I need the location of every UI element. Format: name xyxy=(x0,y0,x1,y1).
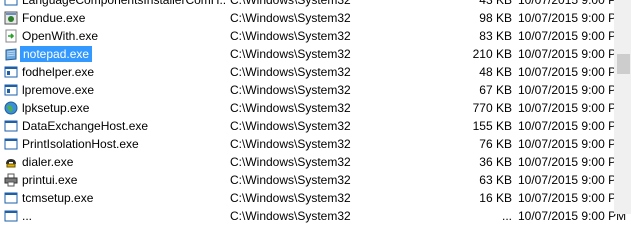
file-size: 43 KB xyxy=(479,0,512,7)
list-item[interactable]: printui.exe C:\Windows\System32 63 KB 10… xyxy=(0,171,626,189)
list-item[interactable]: dialer.exe C:\Windows\System32 36 KB 10/… xyxy=(0,153,626,171)
notepad-icon xyxy=(4,47,18,61)
file-size: 16 KB xyxy=(479,191,512,205)
vertical-scrollbar[interactable] xyxy=(614,0,631,214)
list-item[interactable]: tcmsetup.exe C:\Windows\System32 16 KB 1… xyxy=(0,189,626,207)
date-modified: 10/07/2015 9:00 PM xyxy=(518,83,627,97)
folder-path: C:\Windows\System32 xyxy=(230,47,351,61)
file-name: fodhelper.exe xyxy=(22,65,95,79)
file-name: DataExchangeHost.exe xyxy=(22,119,149,133)
app-icon xyxy=(4,191,18,205)
file-list: LanguageComponentsInstallerComH... C:\Wi… xyxy=(0,0,626,225)
printer-icon xyxy=(4,173,18,187)
file-name: ... xyxy=(22,209,33,223)
app-icon xyxy=(4,65,18,79)
list-item[interactable]: DataExchangeHost.exe C:\Windows\System32… xyxy=(0,117,626,135)
app-icon xyxy=(4,0,18,7)
list-item[interactable]: PrintIsolationHost.exe C:\Windows\System… xyxy=(0,135,626,153)
file-name: Fondue.exe xyxy=(22,11,86,25)
folder-path: C:\Windows\System32 xyxy=(230,137,351,151)
date-modified: 10/07/2015 9:00 PM xyxy=(518,65,627,79)
name-cell: fodhelper.exe xyxy=(4,63,226,81)
list-item[interactable]: Fondue.exe C:\Windows\System32 98 KB 10/… xyxy=(0,9,626,27)
app-icon xyxy=(4,83,18,97)
list-item[interactable]: lpksetup.exe C:\Windows\System32 770 KB … xyxy=(0,99,626,117)
list-item[interactable]: fodhelper.exe C:\Windows\System32 48 KB … xyxy=(0,63,626,81)
name-cell: lpremove.exe xyxy=(4,81,226,99)
date-modified: 10/07/2015 9:00 PM xyxy=(518,29,627,43)
file-size: 210 KB xyxy=(472,47,512,61)
name-cell: tcmsetup.exe xyxy=(4,189,226,207)
date-modified: 10/07/2015 9:00 PM xyxy=(518,191,627,205)
date-modified: 10/07/2015 9:00 PM xyxy=(518,101,627,115)
file-name: dialer.exe xyxy=(22,155,74,169)
file-name: lpksetup.exe xyxy=(22,101,90,115)
date-modified: 10/07/2015 9:00 PM xyxy=(518,119,627,133)
folder-path: C:\Windows\System32 xyxy=(230,119,351,133)
file-size: 98 KB xyxy=(479,11,512,25)
list-item[interactable]: OpenWith.exe C:\Windows\System32 83 KB 1… xyxy=(0,27,626,45)
date-modified: 10/07/2015 9:00 PM xyxy=(518,0,627,7)
name-cell: Fondue.exe xyxy=(4,9,226,27)
phone-icon xyxy=(4,155,18,169)
name-cell: LanguageComponentsInstallerComH... xyxy=(4,0,226,9)
folder-path: C:\Windows\System32 xyxy=(230,83,351,97)
file-name: PrintIsolationHost.exe xyxy=(22,137,139,151)
file-size: 770 KB xyxy=(472,101,512,115)
folder-path: C:\Windows\System32 xyxy=(230,11,351,25)
date-modified: 10/07/2015 9:00 PM xyxy=(518,47,627,61)
app-icon xyxy=(4,137,18,151)
scrollbar-thumb[interactable] xyxy=(617,54,630,74)
folder-path: C:\Windows\System32 xyxy=(230,191,351,205)
folder-path: C:\Windows\System32 xyxy=(230,65,351,79)
date-modified: 10/07/2015 9:00 PM xyxy=(518,11,627,25)
date-modified: 10/07/2015 9:00 PM xyxy=(518,209,627,223)
folder-path: C:\Windows\System32 xyxy=(230,173,351,187)
name-cell: notepad.exe xyxy=(4,45,226,63)
name-cell: dialer.exe xyxy=(4,153,226,171)
folder-path: C:\Windows\System32 xyxy=(230,101,351,115)
date-modified: 10/07/2015 9:00 PM xyxy=(518,173,627,187)
name-cell: lpksetup.exe xyxy=(4,99,226,117)
folder-path: C:\Windows\System32 xyxy=(230,29,351,43)
file-name: tcmsetup.exe xyxy=(22,191,94,205)
features-icon xyxy=(4,11,18,25)
file-name: lpremove.exe xyxy=(22,83,95,97)
app-icon xyxy=(4,119,18,133)
file-size: 67 KB xyxy=(479,83,512,97)
list-item-selected[interactable]: notepad.exe C:\Windows\System32 210 KB 1… xyxy=(0,45,626,63)
date-modified: 10/07/2015 9:00 PM xyxy=(518,137,627,151)
list-item[interactable]: ... C:\Windows\System32 ... 10/07/2015 9… xyxy=(0,207,626,225)
file-name: LanguageComponentsInstallerComH... xyxy=(22,0,226,7)
date-modified: 10/07/2015 9:00 PM xyxy=(518,155,627,169)
file-name: printui.exe xyxy=(22,173,78,187)
openwith-icon xyxy=(4,29,18,43)
file-size: 48 KB xyxy=(479,65,512,79)
app-icon xyxy=(4,209,18,223)
globe-icon xyxy=(4,101,18,115)
folder-path: C:\Windows\System32 xyxy=(230,155,351,169)
file-name[interactable]: notepad.exe xyxy=(20,46,93,62)
folder-path: C:\Windows\System32 xyxy=(230,0,351,7)
name-cell: PrintIsolationHost.exe xyxy=(4,135,226,153)
file-name: OpenWith.exe xyxy=(22,29,99,43)
list-item[interactable]: lpremove.exe C:\Windows\System32 67 KB 1… xyxy=(0,81,626,99)
file-size: 76 KB xyxy=(479,137,512,151)
file-size: ... xyxy=(501,209,512,223)
name-cell: OpenWith.exe xyxy=(4,27,226,45)
file-size: 36 KB xyxy=(479,155,512,169)
name-cell: printui.exe xyxy=(4,171,226,189)
file-size: 83 KB xyxy=(479,29,512,43)
file-size: 63 KB xyxy=(479,173,512,187)
name-cell: DataExchangeHost.exe xyxy=(4,117,226,135)
file-size: 155 KB xyxy=(472,119,512,133)
folder-path: C:\Windows\System32 xyxy=(230,209,351,223)
name-cell: ... xyxy=(4,207,226,225)
list-item[interactable]: LanguageComponentsInstallerComH... C:\Wi… xyxy=(0,0,626,9)
